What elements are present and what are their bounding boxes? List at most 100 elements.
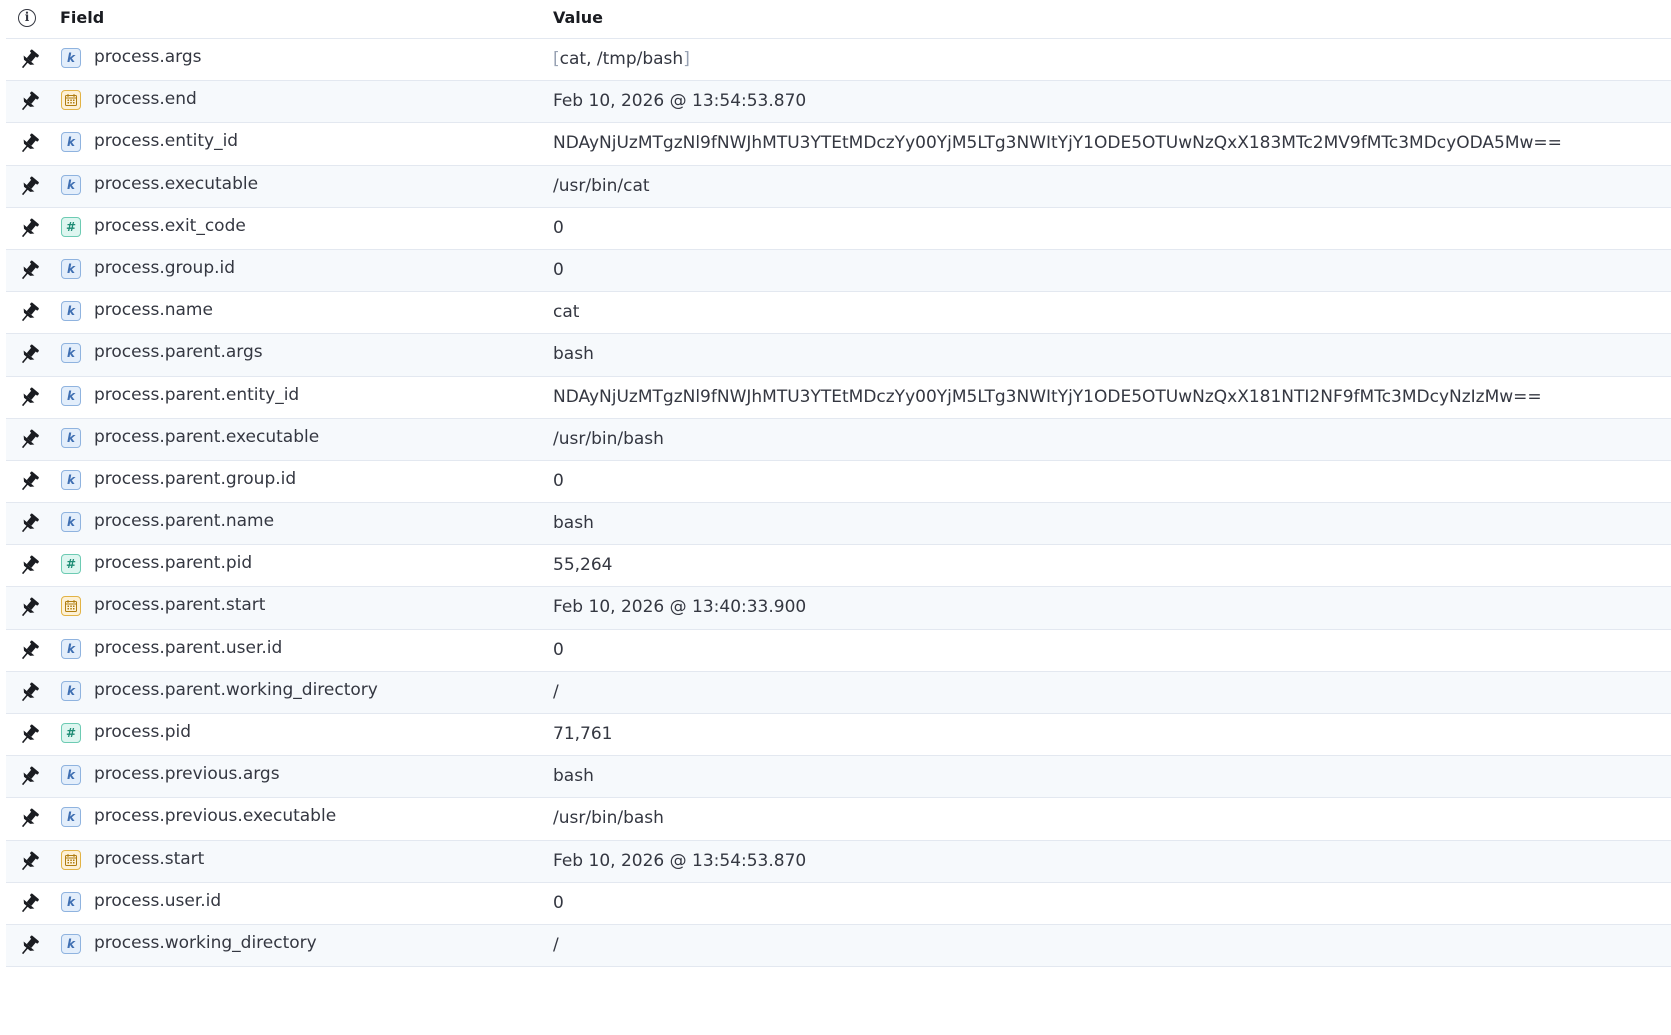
- field-value: /usr/bin/bash: [553, 808, 664, 828]
- table-row: # process.exit_code 0: [6, 208, 1671, 250]
- field-name[interactable]: process.exit_code: [94, 216, 246, 236]
- field-name[interactable]: process.parent.user.id: [94, 638, 282, 658]
- field-name[interactable]: process.parent.pid: [94, 553, 252, 573]
- pin-icon[interactable]: [17, 302, 41, 324]
- pin-icon[interactable]: [17, 640, 41, 662]
- info-icon[interactable]: i: [18, 9, 36, 27]
- keyword-type-icon: k: [61, 512, 81, 533]
- table-row: k process.parent.name bash: [6, 503, 1671, 546]
- field-name[interactable]: process.parent.executable: [94, 427, 319, 447]
- field-value-text: /usr/bin/bash: [553, 428, 664, 449]
- array-open-bracket: [: [553, 49, 560, 69]
- pin-icon[interactable]: [17, 471, 41, 493]
- field-name[interactable]: process.parent.group.id: [94, 469, 296, 489]
- pin-icon[interactable]: [17, 387, 41, 409]
- field-value-text: /: [553, 934, 559, 955]
- field-value: Feb 10, 2026 @ 13:40:33.900: [553, 597, 806, 617]
- number-type-icon: #: [61, 723, 81, 743]
- keyword-type-icon: k: [61, 933, 81, 954]
- pin-icon[interactable]: [17, 176, 41, 198]
- field-value-text: /usr/bin/bash: [553, 808, 664, 829]
- keyword-type-icon: k: [61, 765, 81, 786]
- pin-icon[interactable]: [17, 429, 41, 451]
- pin-icon[interactable]: [17, 218, 41, 240]
- table-row: k process.previous.executable/usr/bin/bas…: [6, 798, 1671, 841]
- table-body: k process.args [cat, /tmp/bash] process.end…: [6, 39, 1671, 968]
- field-name[interactable]: process.name: [94, 300, 213, 320]
- field-name[interactable]: process.previous.args: [94, 764, 280, 784]
- field-value-text: 0: [553, 217, 564, 238]
- pin-icon[interactable]: [17, 935, 41, 957]
- field-column-header[interactable]: Field: [60, 8, 104, 27]
- field-value-text: Feb 10, 2026 @ 13:40:33.900: [553, 597, 807, 618]
- field-name[interactable]: process.pid: [94, 722, 191, 742]
- pin-icon[interactable]: [17, 808, 41, 830]
- pin-icon[interactable]: [17, 133, 41, 155]
- field-value: bash: [553, 513, 594, 533]
- field-value: 0: [553, 260, 564, 280]
- date-type-icon: [61, 90, 81, 111]
- pin-icon[interactable]: [17, 766, 41, 788]
- field-name[interactable]: process.entity_id: [94, 131, 238, 151]
- field-name[interactable]: process.parent.start: [94, 595, 265, 615]
- field-name[interactable]: process.group.id: [94, 258, 235, 278]
- field-value-text: 0: [553, 892, 564, 913]
- table-row: k process.parent.working_directory /: [6, 671, 1671, 714]
- keyword-type-icon: k: [61, 638, 81, 659]
- field-value: bash: [553, 344, 594, 364]
- pin-icon[interactable]: [17, 682, 41, 704]
- document-fields-table: i Field Value k process.args [cat, /tmp/ba…: [6, 0, 1671, 968]
- field-name[interactable]: process.working_directory: [94, 933, 317, 953]
- table-header: i Field Value: [6, 0, 1671, 39]
- field-name[interactable]: process.previous.executable: [94, 806, 336, 826]
- table-row: k process.parent.group.id 0: [6, 461, 1671, 504]
- table-row: # process.parent.pid 55,264: [6, 545, 1671, 588]
- field-value-text: Feb 10, 2026 @ 13:54:53.870: [553, 91, 807, 112]
- keyword-type-icon: k: [61, 343, 81, 364]
- field-name[interactable]: process.start: [94, 849, 204, 869]
- field-value: 0: [553, 471, 564, 491]
- field-value: 0: [553, 218, 564, 238]
- pin-icon[interactable]: [17, 597, 41, 619]
- pin-icon[interactable]: [17, 851, 41, 873]
- keyword-type-icon: k: [61, 385, 81, 406]
- field-value: [cat, /tmp/bash]: [553, 49, 690, 69]
- field-value-text: cat, /tmp/bash: [559, 49, 684, 69]
- pin-icon[interactable]: [17, 260, 41, 282]
- field-value-text: bash: [553, 766, 594, 787]
- field-name[interactable]: process.parent.args: [94, 342, 263, 362]
- field-value: Feb 10, 2026 @ 13:54:53.870: [553, 91, 806, 111]
- table-row: k process.parent.user.id 0: [6, 630, 1671, 672]
- table-row: # process.pid 71,761: [6, 714, 1671, 757]
- table-row: k process.entity_id NDAyNjUzMTgzNl9fNWJhMT…: [6, 123, 1671, 166]
- field-name[interactable]: process.parent.working_directory: [94, 680, 378, 700]
- pin-icon[interactable]: [17, 344, 41, 366]
- table-row: k process.group.id 0: [6, 249, 1671, 293]
- table-row: k process.parent.args bash: [6, 334, 1671, 377]
- pin-icon[interactable]: [17, 724, 41, 746]
- field-name[interactable]: process.user.id: [94, 891, 221, 911]
- field-value: 0: [553, 893, 564, 913]
- field-name[interactable]: process.parent.entity_id: [94, 385, 299, 405]
- field-name[interactable]: process.parent.name: [94, 511, 274, 531]
- pin-icon[interactable]: [17, 555, 41, 577]
- pin-icon[interactable]: [17, 91, 41, 113]
- pin-icon[interactable]: [17, 893, 41, 915]
- field-name[interactable]: process.executable: [94, 174, 258, 194]
- keyword-type-icon: k: [61, 132, 81, 153]
- field-value-text: 55,264: [553, 555, 613, 576]
- table-row: k process.executable/usr/bin/cat: [6, 165, 1671, 208]
- table-row: k process.previous.args bash: [6, 756, 1671, 799]
- value-column-header[interactable]: Value: [553, 8, 603, 27]
- array-close-bracket: ]: [683, 49, 690, 69]
- pin-icon[interactable]: [17, 513, 41, 535]
- pin-icon[interactable]: [17, 49, 41, 71]
- field-value-text: bash: [553, 344, 594, 365]
- table-row: k process.parent.executable/usr/bin/bash: [6, 418, 1671, 461]
- keyword-type-icon: k: [61, 301, 81, 322]
- field-value: cat: [553, 302, 579, 322]
- field-value: /usr/bin/bash: [553, 429, 664, 449]
- field-value: /: [553, 682, 559, 702]
- field-name[interactable]: process.end: [94, 89, 197, 109]
- field-name[interactable]: process.args: [94, 47, 202, 67]
